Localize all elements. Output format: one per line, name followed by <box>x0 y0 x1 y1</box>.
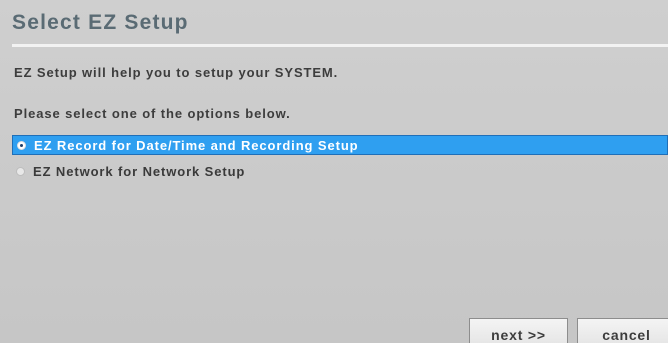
next-button[interactable]: next >> <box>469 318 568 343</box>
title-divider <box>12 44 668 47</box>
option-ez-record-label: EZ Record for Date/Time and Recording Se… <box>34 137 359 153</box>
intro-text: EZ Setup will help you to setup your SYS… <box>14 65 339 80</box>
ez-setup-dialog: Select EZ Setup EZ Setup will help you t… <box>0 0 668 343</box>
option-ez-network[interactable]: EZ Network for Network Setup <box>12 161 668 181</box>
option-ez-record[interactable]: EZ Record for Date/Time and Recording Se… <box>12 135 668 155</box>
cancel-button[interactable]: cancel <box>577 318 668 343</box>
option-ez-network-label: EZ Network for Network Setup <box>33 163 246 179</box>
radio-unselected-icon[interactable] <box>16 166 25 176</box>
dialog-title: Select EZ Setup <box>12 11 189 34</box>
radio-selected-icon[interactable] <box>17 140 26 150</box>
prompt-text: Please select one of the options below. <box>14 106 291 121</box>
